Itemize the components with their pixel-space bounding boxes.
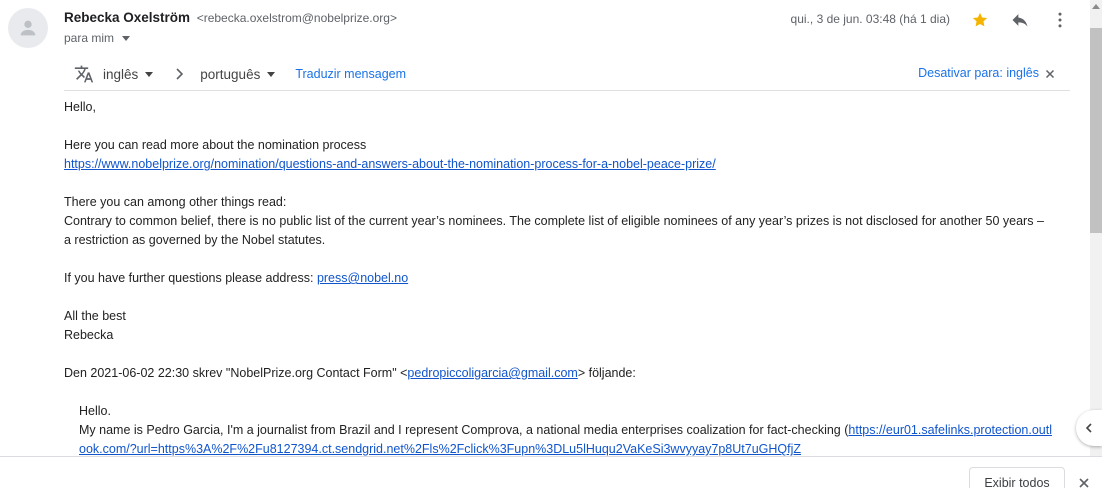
quote-text: Contrary to common belief, there is no p… xyxy=(64,214,1044,247)
message-body: Hello, Here you can read more about the … xyxy=(64,98,1054,459)
further-questions: If you have further questions please add… xyxy=(64,269,1054,288)
among-text: There you can among other things read: xyxy=(64,195,287,209)
quoted-header: Den 2021-06-02 22:30 skrev "NobelPrize.o… xyxy=(64,364,1054,383)
translate-bar: inglês português Traduzir mensagem Desat… xyxy=(64,58,1070,91)
translate-message-link[interactable]: Traduzir mensagem xyxy=(295,67,406,81)
download-bar: Exibir todos xyxy=(0,456,1102,488)
sender-line: Rebecka Oxelström <rebecka.oxelstrom@nob… xyxy=(64,10,397,25)
more-vert-icon[interactable] xyxy=(1048,8,1072,32)
chevron-left-icon xyxy=(1085,423,1092,433)
quoted-header-suffix: > följande: xyxy=(577,366,636,380)
reply-icon[interactable] xyxy=(1008,8,1032,32)
quoted-header-prefix: Den 2021-06-02 22:30 skrev "NobelPrize.o… xyxy=(64,366,408,380)
quoted-email-link[interactable]: pedropiccoligarcia@gmail.com xyxy=(407,366,577,380)
signature-text: Rebecka xyxy=(64,328,114,342)
quoted-hello: Hello. xyxy=(79,404,111,418)
chevron-down-icon xyxy=(145,72,154,77)
quoted-paragraph: My name is Pedro Garcia, I'm a journalis… xyxy=(79,421,1054,459)
target-language-select[interactable]: português xyxy=(200,66,276,82)
translate-icon xyxy=(74,65,94,83)
recipient-toggle[interactable]: para mim xyxy=(64,31,131,45)
sender-name[interactable]: Rebecka Oxelström xyxy=(64,10,190,25)
closing-text: All the best xyxy=(64,309,126,323)
disable-translation-link[interactable]: Desativar para: inglês xyxy=(918,66,1039,80)
scroll-thumb[interactable] xyxy=(1090,28,1102,233)
chevron-down-icon xyxy=(267,72,276,77)
press-email-link[interactable]: press@nobel.no xyxy=(317,271,408,285)
close-icon[interactable] xyxy=(1044,68,1056,80)
target-language-label: português xyxy=(200,66,261,82)
source-language-select[interactable]: inglês xyxy=(103,66,154,82)
source-language-label: inglês xyxy=(103,66,139,82)
scroll-up-icon[interactable] xyxy=(1092,4,1100,9)
show-all-button[interactable]: Exibir todos xyxy=(969,467,1065,488)
avatar[interactable] xyxy=(8,8,48,48)
quoted-text: My name is Pedro Garcia, I'm a journalis… xyxy=(79,423,849,437)
side-panel-toggle[interactable] xyxy=(1076,410,1102,446)
message-date: qui., 3 de jun. 03:48 (há 1 dia) xyxy=(790,12,950,26)
close-icon[interactable] xyxy=(1078,477,1090,488)
further-prefix: If you have further questions please add… xyxy=(64,271,317,285)
greeting: Hello, xyxy=(64,100,96,114)
person-icon xyxy=(20,20,36,36)
star-icon[interactable] xyxy=(968,8,992,32)
quoted-message: Hello. My name is Pedro Garcia, I'm a jo… xyxy=(64,402,1054,459)
recipient-label: para mim xyxy=(64,31,115,45)
intro-text: Here you can read more about the nominat… xyxy=(64,138,367,152)
chevron-down-icon xyxy=(122,36,131,41)
chevron-right-icon xyxy=(176,68,184,80)
nomination-link[interactable]: https://www.nobelprize.org/nomination/qu… xyxy=(64,157,716,171)
sender-email: <rebecka.oxelstrom@nobelprize.org> xyxy=(196,11,397,25)
scrollbar[interactable] xyxy=(1090,0,1102,456)
